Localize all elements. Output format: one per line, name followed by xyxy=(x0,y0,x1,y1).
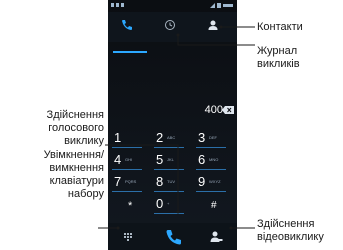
callout-text: Здійснення xyxy=(257,218,315,230)
callout-text: виклику xyxy=(64,135,104,147)
callout-text: Здійснення xyxy=(46,109,104,121)
key-digit: * xyxy=(128,200,133,212)
tab-bar xyxy=(108,12,237,53)
key-letters: + xyxy=(167,201,170,206)
key-9[interactable]: 9 WXYZ xyxy=(196,174,234,194)
phone-icon xyxy=(122,20,132,30)
key-3[interactable]: 3 DEF xyxy=(196,130,234,150)
key-0[interactable]: 0 + xyxy=(154,196,192,216)
contact-icon xyxy=(208,20,218,30)
active-tab-indicator xyxy=(113,51,147,53)
backspace-icon[interactable] xyxy=(222,106,234,114)
key-2[interactable]: 2 ABC xyxy=(154,130,192,150)
video-call-icon xyxy=(210,231,223,242)
key-digit: 7 xyxy=(114,174,122,189)
callout-text: вимкнення xyxy=(49,162,104,174)
key-letters: DEF xyxy=(209,135,217,140)
callout-text: клавіатури xyxy=(49,175,104,187)
key-letters: TUV xyxy=(167,179,175,184)
callout-text: відеовиклику xyxy=(257,231,324,243)
voice-call-button[interactable] xyxy=(163,227,183,247)
key-digit: 9 xyxy=(198,174,206,189)
key-4[interactable]: 4 GHI xyxy=(112,152,150,172)
key-letters: PQRS xyxy=(125,179,137,184)
callout-contacts: Контакти xyxy=(257,21,303,34)
video-call-button[interactable] xyxy=(206,227,226,247)
callout-text: Увімкнення/ xyxy=(43,149,104,161)
tab-dialer[interactable] xyxy=(108,12,151,42)
key-digit: 4 xyxy=(114,152,122,167)
key-1[interactable]: 1 xyxy=(112,130,150,150)
key-letters: WXYZ xyxy=(209,179,221,184)
key-hash[interactable]: # xyxy=(209,200,237,220)
call-icon xyxy=(166,230,181,245)
callout-text: Контакти xyxy=(257,21,303,33)
clock-icon xyxy=(165,20,175,30)
key-letters: GHI xyxy=(125,157,133,162)
key-digit: 1 xyxy=(114,130,122,145)
key-digit: 3 xyxy=(198,130,206,145)
key-digit: 2 xyxy=(156,130,164,145)
callout-text: набору xyxy=(67,188,104,200)
callout-keypad-toggle: Увімкнення/ вимкнення клавіатури набору xyxy=(0,149,104,201)
key-7[interactable]: 7 PQRS xyxy=(112,174,150,194)
key-8[interactable]: 8 TUV xyxy=(154,174,192,194)
callout-text: викликів xyxy=(257,58,300,70)
callout-text: Журнал xyxy=(257,45,298,57)
key-digit: 0 xyxy=(156,196,164,211)
tab-call-log[interactable] xyxy=(151,12,194,42)
tab-contacts[interactable] xyxy=(194,12,237,42)
callout-video-call: Здійснення відеовиклику xyxy=(257,218,324,244)
key-digit: 8 xyxy=(156,174,164,189)
status-icons-left xyxy=(111,2,125,10)
status-icons-right xyxy=(210,2,234,10)
callout-call-log: Журнал викликів xyxy=(257,45,300,71)
callout-voice-call: Здійснення голосового виклику xyxy=(0,109,104,148)
phone-screen: 400 1 2 ABC 3 DEF 4 GHI 5 JKL 6 MNO 7 PQ… xyxy=(108,0,237,250)
callout-text: голосового xyxy=(48,122,104,134)
dialed-number: 400 xyxy=(204,104,223,116)
key-letters: JKL xyxy=(167,157,174,162)
action-bar xyxy=(108,223,237,250)
key-digit: # xyxy=(211,200,217,211)
key-letters: MNO xyxy=(209,157,219,162)
status-bar xyxy=(108,0,237,12)
key-6[interactable]: 6 MNO xyxy=(196,152,234,172)
key-letters: ABC xyxy=(167,135,176,140)
key-5[interactable]: 5 JKL xyxy=(154,152,192,172)
dialpad-toggle-button[interactable] xyxy=(118,227,138,247)
key-digit: 5 xyxy=(156,152,164,167)
key-digit: 6 xyxy=(198,152,206,167)
dialpad-icon xyxy=(124,233,132,241)
